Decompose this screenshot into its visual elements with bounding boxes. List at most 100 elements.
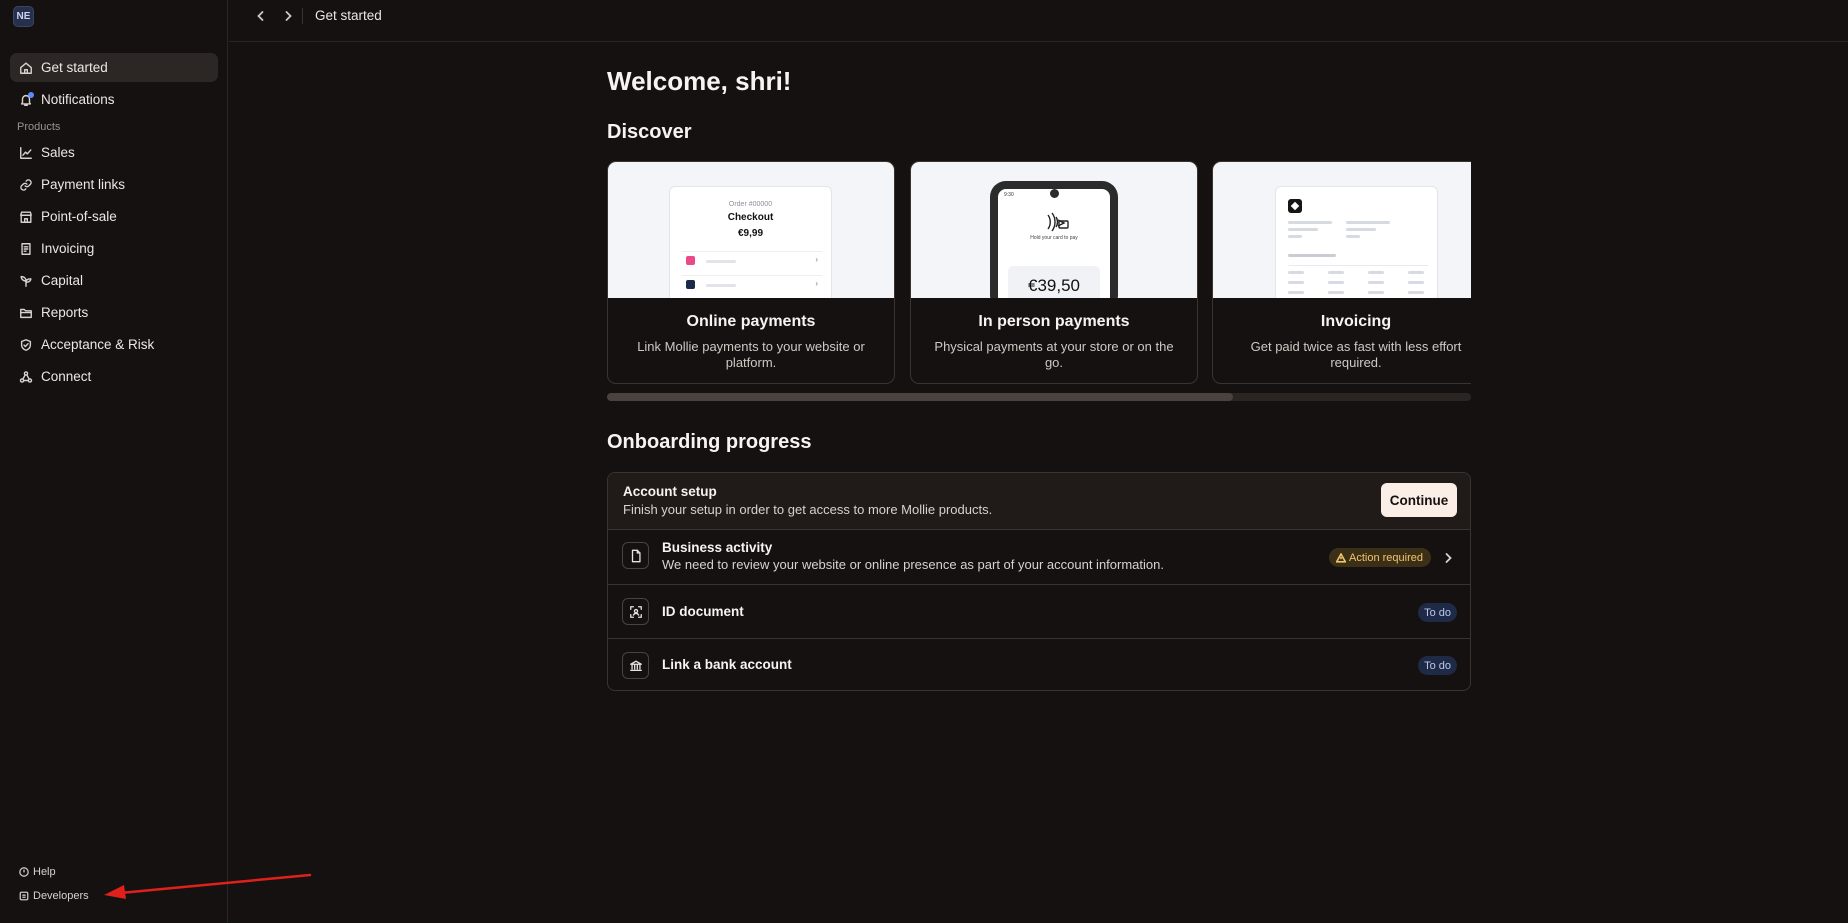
card-description: Physical payments at your store or on th… [934, 339, 1174, 370]
mock-payment-row: › [682, 251, 822, 269]
sprout-icon [18, 273, 34, 289]
mock-hold-text: Hold your card to pay [1030, 235, 1078, 241]
sidebar-item-label: Sales [41, 145, 75, 160]
chart-line-icon [18, 145, 34, 161]
onboarding-heading: Onboarding progress [607, 431, 812, 453]
sidebar-item-label: Capital [41, 273, 84, 288]
card-hero-phone: 9:30 Hold your card to pay €39,50 [911, 162, 1197, 298]
sidebar-item-get-started[interactable]: Get started [10, 53, 218, 82]
chevron-right-icon [285, 11, 292, 21]
connect-icon [18, 369, 34, 385]
card-title: Invoicing [1320, 313, 1392, 330]
annotation-arrow [104, 873, 312, 899]
account-setup-header: Account setup Finish your setup in order… [608, 473, 1470, 530]
topbar-divider [302, 8, 303, 24]
bank-icon [622, 652, 649, 679]
task-title: Link a bank account [662, 657, 792, 672]
mollie-logo-icon [1288, 199, 1302, 213]
sidebar-item-notifications[interactable]: Notifications [10, 85, 218, 114]
org-avatar[interactable]: NE [13, 6, 34, 27]
help-icon [19, 867, 29, 877]
discover-carousel[interactable]: Order #00000 Checkout €9,99 › › Online p… [607, 161, 1471, 385]
status-badge: To do [1418, 603, 1457, 622]
welcome-heading: Welcome, shri! [607, 66, 792, 96]
contactless-icon [1036, 211, 1072, 236]
card-in-person-payments[interactable]: 9:30 Hold your card to pay €39,50 In per… [910, 161, 1198, 384]
back-button[interactable] [252, 7, 270, 25]
sidebar-item-help[interactable]: Help [19, 862, 89, 882]
sidebar-item-label: Invoicing [41, 241, 95, 256]
sidebar-item-connect[interactable]: Connect [10, 362, 218, 391]
sidebar-nav: Get started Notifications Products Sales… [10, 53, 218, 394]
shield-icon [18, 337, 34, 353]
card-description: Get paid twice as fast with less effort … [1250, 339, 1462, 370]
document-icon [622, 542, 649, 569]
card-hero-invoice [1213, 162, 1471, 298]
sidebar-item-label: Developers [33, 890, 89, 902]
sidebar-item-label: Help [33, 866, 56, 878]
continue-button[interactable]: Continue [1381, 483, 1457, 517]
task-business-activity[interactable]: Business activity We need to review your… [608, 530, 1470, 585]
chevron-left-icon [257, 11, 264, 21]
mock-amount: €39,50 [1008, 266, 1100, 298]
section-label-products: Products [17, 120, 61, 133]
invoice-icon [18, 241, 34, 257]
store-icon [18, 209, 34, 225]
sidebar-item-developers[interactable]: Developers [19, 886, 89, 906]
card-online-payments[interactable]: Order #00000 Checkout €9,99 › › Online p… [607, 161, 895, 384]
sidebar-item-invoicing[interactable]: Invoicing [10, 234, 218, 263]
card-description: Link Mollie payments to your website or … [637, 339, 865, 370]
chevron-right-icon [1442, 551, 1456, 565]
sidebar: NE Get started Notifications Products Sa… [0, 0, 228, 923]
mock-checkout-title: Checkout [727, 212, 774, 223]
folder-icon [18, 305, 34, 321]
mock-payment-row: › [682, 275, 822, 293]
card-invoicing[interactable]: Invoicing Get paid twice as fast with le… [1212, 161, 1471, 384]
card-hero-checkout: Order #00000 Checkout €9,99 › › [608, 162, 894, 298]
mock-order-number: Order #00000 [728, 201, 773, 208]
onboarding-panel: Account setup Finish your setup in order… [607, 472, 1471, 691]
link-icon [18, 177, 34, 193]
account-setup-subtitle: Finish your setup in order to get access… [623, 502, 993, 517]
sidebar-bottom-links: Help Developers [19, 862, 89, 910]
forward-button[interactable] [279, 7, 297, 25]
task-title: ID document [662, 604, 744, 619]
discover-heading: Discover [607, 121, 692, 143]
card-title: Online payments [686, 313, 816, 330]
sidebar-item-label: Payment links [41, 177, 126, 192]
task-title: Business activity [662, 540, 773, 555]
warning-icon [1336, 552, 1346, 563]
notification-dot [28, 91, 34, 98]
mock-phone-time: 9:30 [1004, 192, 1014, 198]
sidebar-item-sales[interactable]: Sales [10, 138, 218, 167]
sidebar-item-label: Connect [41, 369, 92, 384]
account-setup-title: Account setup [623, 484, 717, 499]
phone-mockup: 9:30 Hold your card to pay €39,50 [990, 181, 1118, 298]
card-title: In person payments [978, 313, 1130, 330]
mock-price: €9,99 [737, 228, 764, 239]
face-scan-icon [622, 598, 649, 625]
sidebar-item-payment-links[interactable]: Payment links [10, 170, 218, 199]
sidebar-item-label: Notifications [41, 92, 115, 107]
code-icon [19, 891, 29, 901]
sidebar-item-label: Acceptance & Risk [41, 337, 155, 352]
sidebar-item-reports[interactable]: Reports [10, 298, 218, 327]
sidebar-item-capital[interactable]: Capital [10, 266, 218, 295]
checkout-mockup: Order #00000 Checkout €9,99 › › [669, 186, 832, 298]
invoice-mockup [1275, 186, 1438, 298]
bell-icon [18, 91, 34, 108]
page-breadcrumb: Get started [315, 8, 382, 23]
status-badge: Action required [1329, 548, 1431, 567]
sidebar-item-label: Point-of-sale [41, 209, 117, 224]
status-badge: To do [1418, 656, 1457, 675]
task-link-bank-account[interactable]: Link a bank account To do [608, 639, 1470, 690]
carousel-scrollbar[interactable] [607, 393, 1471, 401]
home-icon [18, 60, 34, 76]
task-id-document[interactable]: ID document To do [608, 585, 1470, 639]
carousel-scrollbar-thumb[interactable] [607, 393, 1234, 401]
top-bar: Get started [229, 0, 1848, 42]
sidebar-item-point-of-sale[interactable]: Point-of-sale [10, 202, 218, 231]
sidebar-item-acceptance-risk[interactable]: Acceptance & Risk [10, 330, 218, 359]
sidebar-item-label: Reports [41, 305, 89, 320]
sidebar-item-label: Get started [41, 60, 108, 75]
